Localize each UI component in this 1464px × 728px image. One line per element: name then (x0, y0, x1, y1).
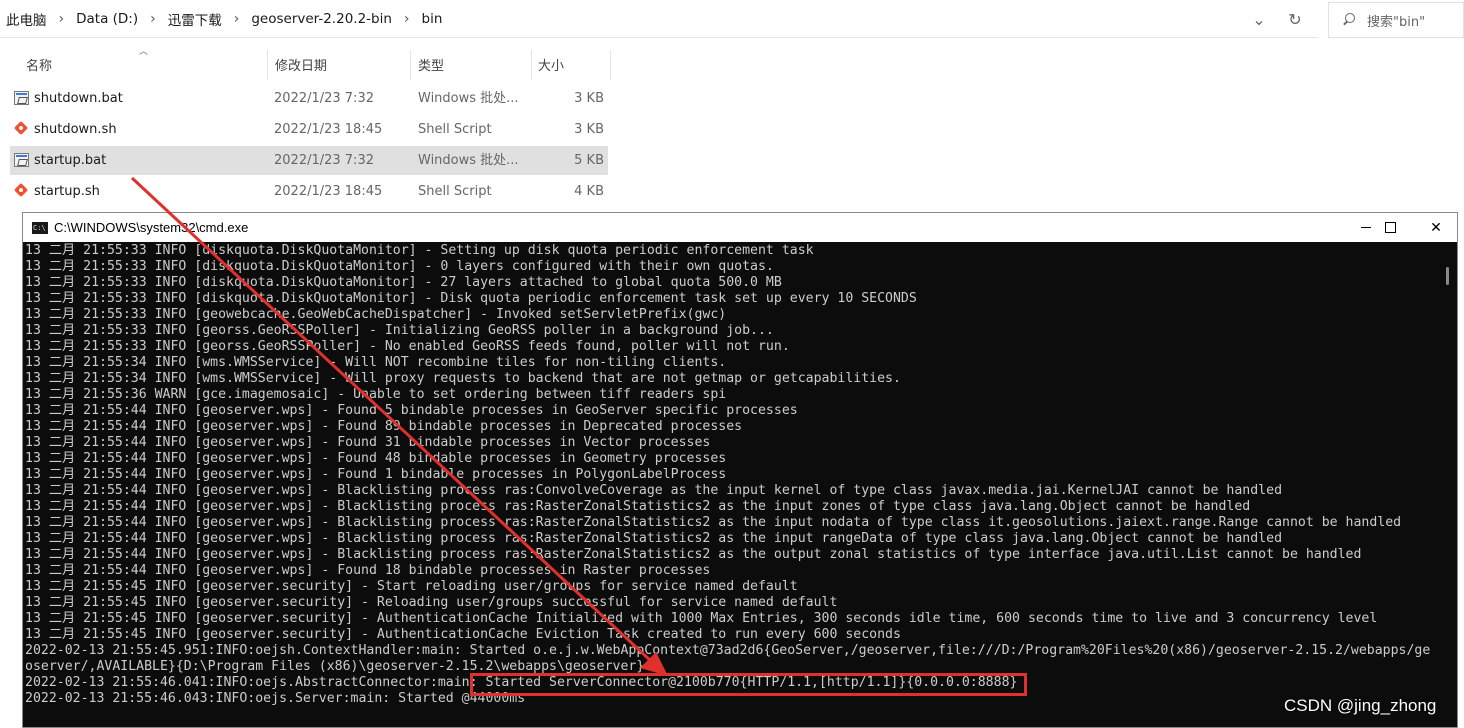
annotation-arrow (130, 176, 668, 676)
highlight-box (470, 673, 1027, 696)
watermark: CSDN @jing_zhong (1284, 696, 1437, 715)
arrow-line (130, 176, 654, 664)
